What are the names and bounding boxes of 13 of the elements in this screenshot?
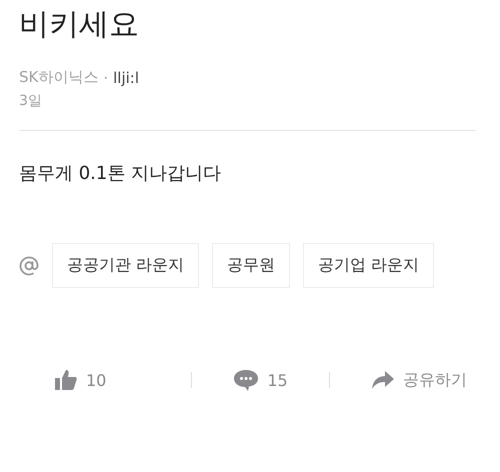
tag-chip[interactable]: 공공기관 라운지 [52,243,200,288]
tag-chip[interactable]: 공무원 [212,243,290,288]
speech-bubble-icon [233,368,260,392]
thumbs-up-icon [54,368,78,392]
separator-dot: · [103,68,108,86]
company-name: SK하이닉스 [19,68,98,87]
share-arrow-icon [371,369,395,391]
post-body: 몸무게 0.1톤 지나갑니다 [19,162,222,185]
tag-chip[interactable]: 공기업 라운지 [303,243,434,288]
author-name: llji:l [113,68,140,86]
at-sign-icon [19,256,39,276]
post-title: 비키세요 [19,6,140,44]
post-time: 3일 [19,92,43,110]
